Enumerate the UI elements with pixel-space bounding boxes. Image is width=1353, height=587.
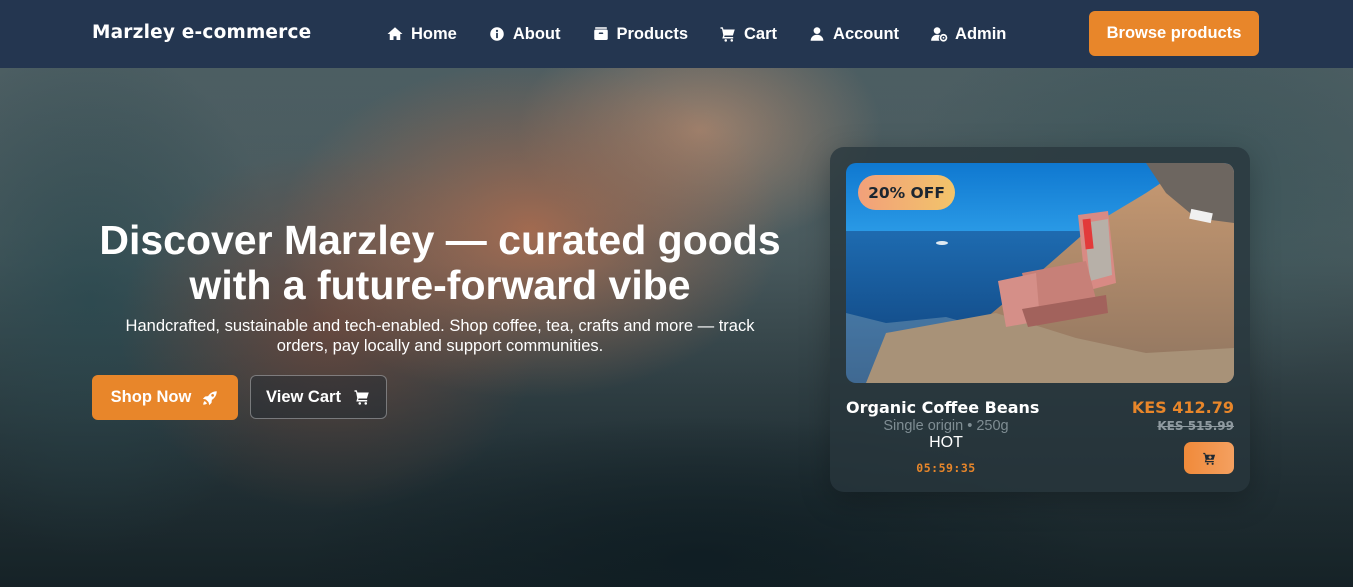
product-card: 20% OFF Organic Coffee Beans Single orig…	[830, 147, 1250, 492]
rocket-icon	[201, 389, 219, 407]
product-name[interactable]: Organic Coffee Beans	[846, 398, 1039, 417]
shop-now-label: Shop Now	[110, 388, 192, 406]
cart-icon	[353, 388, 371, 406]
product-image[interactable]: 20% OFF	[846, 163, 1234, 383]
nav-about[interactable]: About	[488, 22, 561, 46]
nav-account[interactable]: Account	[808, 22, 899, 46]
browse-products-button[interactable]: Browse products	[1089, 11, 1259, 56]
nav-home[interactable]: Home	[386, 22, 457, 46]
navbar: Marzley e-commerce Home About Products C…	[0, 0, 1353, 68]
product-tag: HOT	[929, 434, 963, 451]
cart-plus-icon	[1202, 451, 1217, 466]
nav-admin-label: Admin	[955, 24, 1007, 43]
user-icon	[808, 25, 826, 43]
hero-title: Discover Marzley — curated goods with a …	[99, 217, 781, 308]
nav-cart-label: Cart	[744, 24, 778, 43]
home-icon	[386, 25, 404, 43]
discount-badge: 20% OFF	[858, 175, 955, 210]
admin-user-icon	[930, 25, 948, 43]
info-icon	[488, 25, 506, 43]
hero-subtitle: Handcrafted, sustainable and tech-enable…	[125, 317, 755, 355]
product-price: KES 412.79	[1131, 398, 1234, 417]
product-description: Single origin • 250g	[883, 418, 1009, 434]
view-cart-button[interactable]: View Cart	[250, 375, 387, 419]
countdown-timer: 05:59:35	[916, 461, 976, 475]
cart-icon	[719, 25, 737, 43]
view-cart-label: View Cart	[266, 387, 341, 406]
nav-products-label: Products	[616, 24, 689, 43]
product-old-price: KES 515.99	[1157, 419, 1234, 433]
nav-home-label: Home	[411, 24, 457, 43]
nav-products[interactable]: Products	[592, 22, 689, 46]
nav-links: Home About Products Cart Account Admin	[386, 22, 1037, 46]
box-icon	[592, 25, 610, 43]
nav-account-label: Account	[833, 24, 900, 43]
add-to-cart-button[interactable]	[1184, 442, 1234, 474]
brand-logo[interactable]: Marzley e-commerce	[92, 22, 311, 43]
nav-cart[interactable]: Cart	[719, 22, 777, 46]
shop-now-button[interactable]: Shop Now	[92, 375, 238, 420]
nav-admin[interactable]: Admin	[930, 22, 1006, 46]
nav-about-label: About	[512, 24, 561, 43]
